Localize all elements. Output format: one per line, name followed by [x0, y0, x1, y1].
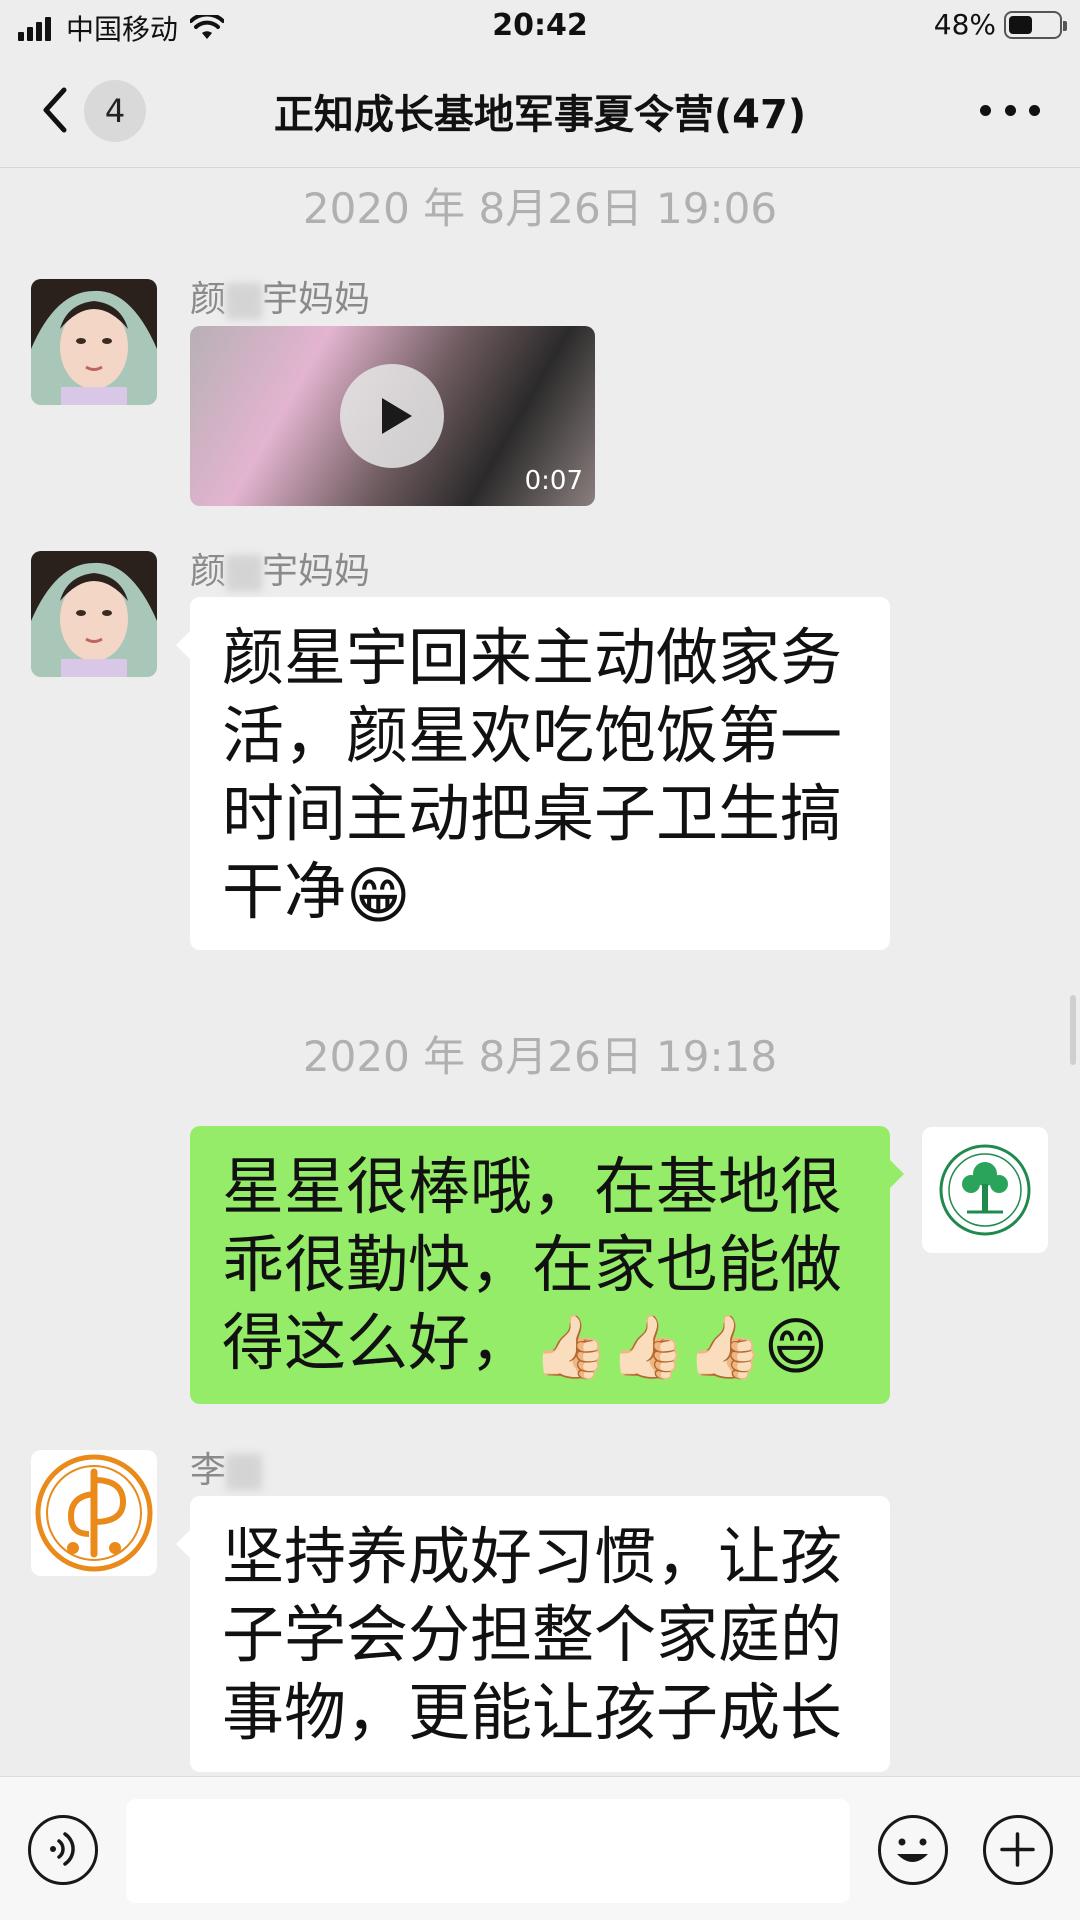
avatar-self[interactable]: [922, 1127, 1048, 1253]
message-timestamp: 2020 年 8月26日 19:18: [302, 1032, 778, 1081]
message-line: 干净😁: [222, 853, 860, 935]
scrollbar[interactable]: [1070, 995, 1076, 1065]
sender-name: 颜宇妈妈: [190, 542, 370, 594]
video-duration: 0:07: [524, 466, 583, 496]
avatar[interactable]: [31, 279, 157, 405]
ellipsis-icon[interactable]: [980, 82, 1040, 138]
battery-percent: 48%: [933, 8, 996, 41]
battery-fill: [1009, 15, 1033, 34]
message-line: 时间主动把桌子卫生搞: [222, 777, 843, 850]
avatar-face-icon: [31, 279, 157, 405]
message-line: 乖很勤快，在家也能做: [222, 1228, 843, 1301]
plus-icon[interactable]: [983, 1815, 1053, 1885]
chevron-left-icon[interactable]: [28, 80, 88, 140]
message-bubble[interactable]: 颜星宇回来主动做家务 活，颜星欢吃饱饭第一 时间主动把桌子卫生搞 干净😁: [176, 597, 890, 950]
redacted-mark: [226, 555, 263, 591]
message-line: 活，颜星欢吃饱饭第一: [222, 699, 843, 772]
message-bubble[interactable]: 坚持养成好习惯，让孩 子学会分担整个家庭的 事物，更能让孩子成长: [176, 1496, 890, 1772]
avatar-face-icon: [31, 551, 157, 677]
grin-emoji: 😁: [346, 858, 411, 932]
unread-count-badge[interactable]: 4: [84, 80, 146, 142]
message-line: 颜星宇回来主动做家务: [222, 621, 843, 694]
sender-name-prefix: 李: [190, 1450, 227, 1491]
voice-icon[interactable]: [28, 1815, 98, 1885]
sender-name-prefix: 颜: [190, 551, 227, 592]
chat-title: 正知成长基地军事夏令营(47): [273, 92, 807, 138]
message-timestamp: 2020 年 8月26日 19:06: [302, 184, 778, 233]
message-line: 坚持养成好习惯，让孩: [222, 1520, 843, 1593]
sender-name-suffix: 宇妈妈: [262, 279, 371, 320]
thumbs-up-emoji: 👍🏻👍🏻👍🏻😄: [532, 1309, 829, 1383]
sender-name-suffix: 宇妈妈: [262, 551, 371, 592]
status-right: 48%: [933, 8, 1067, 41]
sender-name: 颜宇妈妈: [190, 270, 370, 322]
status-time: 20:42: [492, 8, 588, 43]
sender-name: 李: [190, 1441, 263, 1493]
input-bar: [0, 1776, 1080, 1920]
message-line: 得这么好，👍🏻👍🏻👍🏻😄: [222, 1304, 860, 1386]
music-logo-icon: [35, 1454, 153, 1572]
redacted-mark: [226, 283, 263, 319]
message-input[interactable]: [126, 1799, 850, 1903]
organization-logo-icon: [939, 1144, 1031, 1236]
message-line: 星星很棒哦，在基地很: [222, 1150, 843, 1223]
message-line: 子学会分担整个家庭的: [222, 1598, 843, 1671]
avatar[interactable]: [31, 551, 157, 677]
video-message[interactable]: 0:07: [190, 326, 595, 506]
battery-icon: [1004, 10, 1067, 39]
chat-header: 4 正知成长基地军事夏令营(47): [0, 52, 1080, 168]
smiley-icon[interactable]: [878, 1815, 948, 1885]
status-bar: 中国移动 20:42 48%: [0, 0, 1080, 52]
message-bubble-self[interactable]: 星星很棒哦，在基地很 乖很勤快，在家也能做 得这么好，👍🏻👍🏻👍🏻😄: [190, 1126, 904, 1404]
redacted-mark: [226, 1454, 263, 1490]
avatar[interactable]: [31, 1450, 157, 1576]
message-line: 事物，更能让孩子成长: [222, 1676, 843, 1749]
sender-name-prefix: 颜: [190, 279, 227, 320]
message-text: 干净: [222, 855, 347, 928]
message-text: 得这么好，: [222, 1306, 533, 1379]
play-icon[interactable]: [340, 364, 444, 468]
